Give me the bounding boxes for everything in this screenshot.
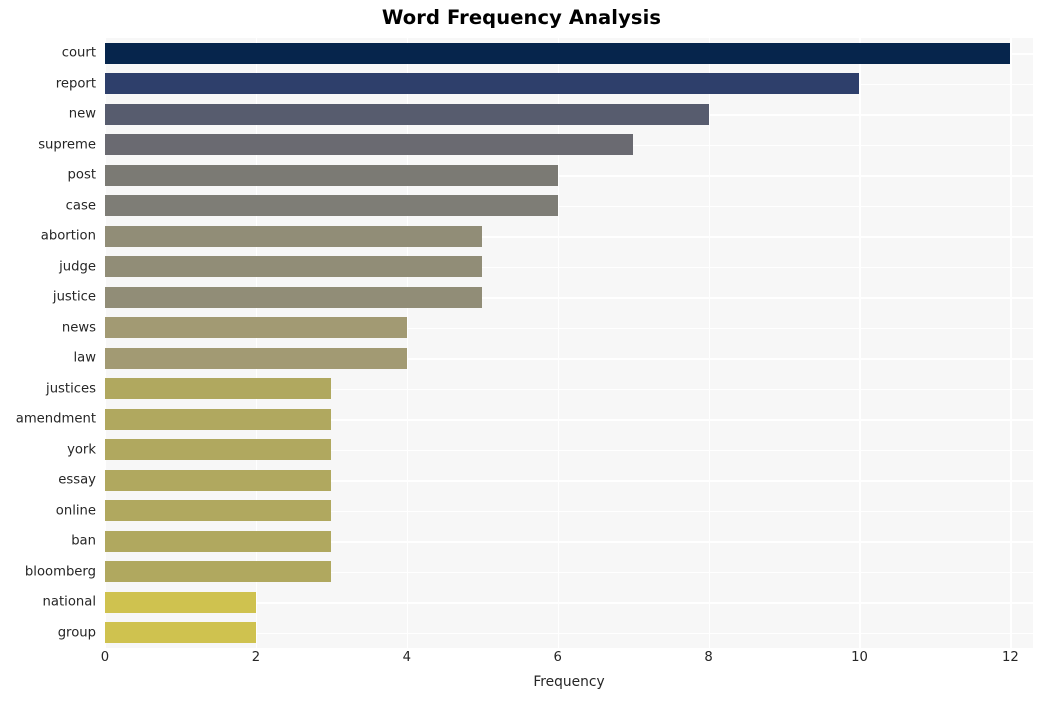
y-axis-tick-label: amendment [15,411,96,427]
y-axis-tick-label: york [67,442,96,458]
y-axis-tick-label: group [57,625,96,641]
y-axis-tick-label: case [65,198,96,214]
y-axis-tick-label: post [67,167,96,183]
word-frequency-chart: Word Frequency Analysis court report new su… [0,0,1043,701]
y-axis-tick-label: justices [46,381,96,397]
y-axis-tick-label: online [55,503,96,519]
x-axis-label: Frequency [533,674,605,690]
x-axis-tick-labels: 0 2 4 6 8 10 12 [101,650,1033,676]
y-axis-tick-label: supreme [38,137,96,153]
y-axis-tick-label: judge [59,259,96,275]
y-axis-tick-labels: court report new supreme post case abortion jud… [0,38,1043,648]
y-axis-tick-label: news [61,320,96,336]
x-axis-tick-label: 8 [704,650,713,665]
x-axis-tick-label: 10 [851,650,868,665]
y-axis-tick-label: essay [58,472,96,488]
y-axis-tick-label: court [61,45,96,61]
x-axis-tick-label: 6 [553,650,562,665]
chart-title: Word Frequency Analysis [381,6,662,29]
y-axis-tick-label: ban [71,533,96,549]
x-axis-tick-label: 2 [251,650,261,665]
y-axis-tick-label: justice [52,289,96,305]
y-axis-tick-label: abortion [40,228,96,244]
x-axis-tick-label: 0 [100,650,110,665]
y-axis-tick-label: new [68,106,96,122]
y-axis-tick-label: national [42,594,96,610]
y-axis-tick-label: report [55,76,96,92]
x-axis-tick-label: 12 [1001,650,1019,665]
y-axis-tick-label: law [73,350,96,366]
x-axis-tick-label: 4 [402,650,411,665]
y-axis-tick-label: bloomberg [24,564,96,580]
